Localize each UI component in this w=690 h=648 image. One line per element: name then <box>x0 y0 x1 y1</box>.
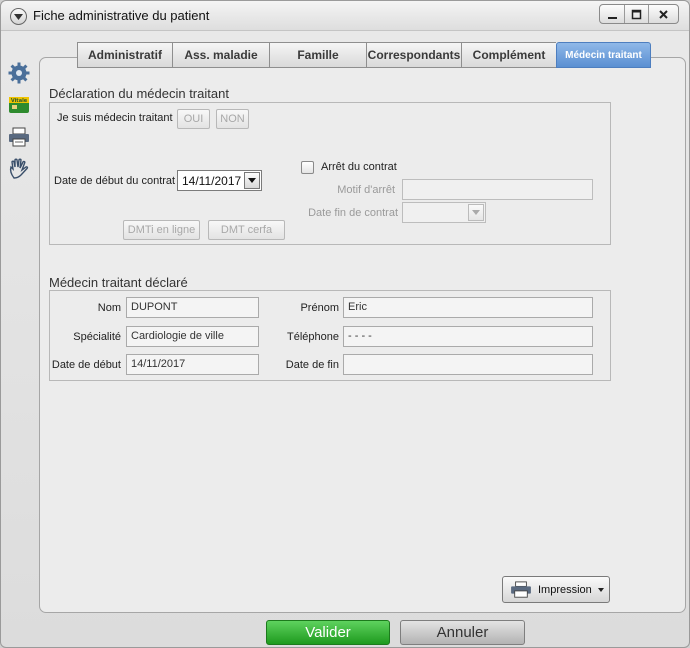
printer-icon <box>9 127 29 147</box>
printer-icon <box>511 580 531 598</box>
date-debut-contrat-value: 14/11/2017 <box>182 174 242 188</box>
telephone-label: Téléphone <box>287 331 339 343</box>
motif-arret-label: Motif d'arrêt <box>337 184 395 196</box>
specialite-label: Spécialité <box>73 331 121 343</box>
window-title: Fiche administrative du patient <box>33 8 210 23</box>
date-debut-label: Date de début <box>51 359 121 371</box>
non-button[interactable]: NON <box>216 109 249 129</box>
oui-button[interactable]: OUI <box>177 109 210 129</box>
tab-complement[interactable]: Complément <box>461 42 556 68</box>
prenom-label: Prénom <box>300 302 339 314</box>
declaration-section-title: Déclaration du médecin traitant <box>49 86 229 101</box>
motif-arret-field[interactable] <box>402 179 593 200</box>
date-fin-contrat-label: Date fin de contrat <box>308 207 398 219</box>
caret-down-icon <box>598 588 604 592</box>
nom-label: Nom <box>97 302 121 314</box>
maximize-button[interactable] <box>624 5 648 23</box>
telephone-field[interactable]: - - - - <box>343 326 593 347</box>
window-menu-button[interactable] <box>10 8 27 25</box>
settings-button[interactable] <box>5 59 33 87</box>
arret-contrat-checkbox[interactable] <box>301 161 314 174</box>
tab-bar: Administratif Ass. maladie Famille Corre… <box>77 42 651 68</box>
vitale-card-text: Vitale <box>11 98 28 104</box>
title-bar: Fiche administrative du patient <box>1 1 689 31</box>
date-fin-field[interactable] <box>343 354 593 375</box>
vitale-card-icon: Vitale <box>9 97 29 113</box>
date-debut-contrat-field[interactable]: 14/11/2017 <box>177 170 262 191</box>
tab-ass-maladie[interactable]: Ass. maladie <box>172 42 269 68</box>
impression-label: Impression <box>538 583 592 596</box>
arret-contrat-label: Arrêt du contrat <box>321 161 397 173</box>
dmt-cerfa-button[interactable]: DMT cerfa <box>208 220 285 240</box>
hand-button[interactable] <box>5 155 33 183</box>
tab-correspondants[interactable]: Correspondants <box>366 42 461 68</box>
specialite-field[interactable]: Cardiologie de ville <box>126 326 259 347</box>
minimize-button[interactable] <box>600 5 624 23</box>
date-debut-dropdown-button[interactable] <box>244 172 260 189</box>
chevron-down-icon <box>14 13 23 20</box>
dialog-window: Fiche administrative du patient Vitale A… <box>0 0 690 648</box>
tab-administratif[interactable]: Administratif <box>77 42 172 68</box>
vitale-card-button[interactable]: Vitale <box>5 91 33 119</box>
date-fin-label: Date de fin <box>285 359 339 371</box>
left-toolbar: Vitale <box>5 59 35 187</box>
date-debut-field[interactable]: 14/11/2017 <box>126 354 259 375</box>
chevron-down-icon <box>248 178 256 183</box>
prenom-field[interactable]: Eric <box>343 297 593 318</box>
declared-section-title: Médecin traitant déclaré <box>49 275 188 290</box>
impression-button[interactable]: Impression <box>502 576 610 603</box>
print-toolbar-button[interactable] <box>5 123 33 151</box>
nom-field[interactable]: DUPONT <box>126 297 259 318</box>
valider-button[interactable]: Valider <box>266 620 390 645</box>
date-fin-dropdown-button[interactable] <box>468 204 484 221</box>
gear-icon <box>8 62 30 84</box>
annuler-button[interactable]: Annuler <box>400 620 525 645</box>
tab-medecin-traitant[interactable]: Médecin traitant <box>556 42 651 68</box>
close-icon <box>659 9 668 19</box>
minimize-icon <box>607 16 617 19</box>
maximize-icon <box>631 9 642 19</box>
hand-icon <box>9 158 29 179</box>
tab-famille[interactable]: Famille <box>269 42 366 68</box>
date-debut-contrat-label: Date de début du contrat <box>54 175 176 187</box>
date-fin-contrat-field[interactable] <box>402 202 486 223</box>
dmti-en-ligne-button[interactable]: DMTi en ligne <box>123 220 200 240</box>
chevron-down-icon <box>472 210 480 215</box>
window-controls <box>599 4 679 24</box>
je-suis-label: Je suis médecin traitant <box>57 112 173 124</box>
close-button[interactable] <box>648 5 678 23</box>
